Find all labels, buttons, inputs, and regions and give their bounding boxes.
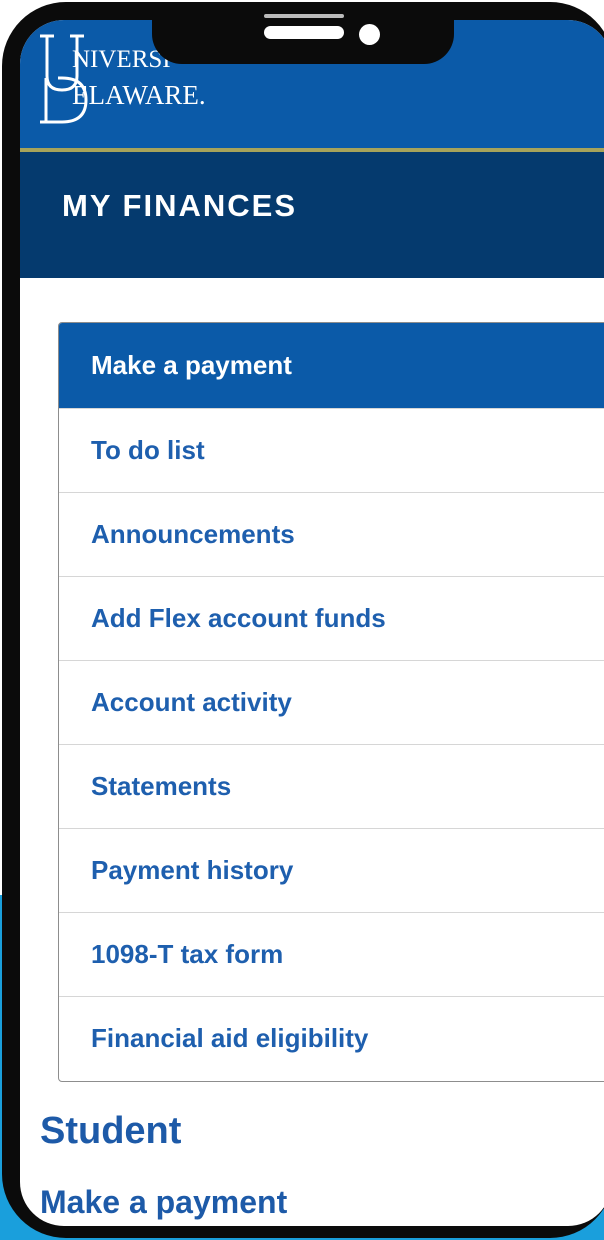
- menu-item-to-do-list[interactable]: To do list: [59, 408, 604, 492]
- menu-item-account-activity[interactable]: Account activity: [59, 660, 604, 744]
- stage: NIVERSI ELAWARE. MY FINANCES Make a paym…: [0, 0, 604, 1240]
- section-header: MY FINANCES: [20, 152, 604, 278]
- camera-icon: [359, 24, 380, 45]
- menu-item-announcements[interactable]: Announcements: [59, 492, 604, 576]
- menu-item-add-flex-account-funds[interactable]: Add Flex account funds: [59, 576, 604, 660]
- phone-screen: NIVERSI ELAWARE. MY FINANCES Make a paym…: [20, 20, 604, 1226]
- speaker-icon: [264, 26, 344, 39]
- menu-item-financial-aid-eligibility[interactable]: Financial aid eligibility: [59, 996, 604, 1081]
- phone-frame: NIVERSI ELAWARE. MY FINANCES Make a paym…: [2, 2, 604, 1238]
- page-title: MY FINANCES: [62, 188, 298, 223]
- speaker-grille-icon: [264, 14, 344, 18]
- menu-item-make-a-payment[interactable]: Make a payment: [59, 323, 604, 408]
- student-heading: Student: [40, 1110, 182, 1152]
- menu-item-statements[interactable]: Statements: [59, 744, 604, 828]
- menu-item-payment-history[interactable]: Payment history: [59, 828, 604, 912]
- phone-notch: [152, 2, 454, 64]
- make-a-payment-link[interactable]: Make a payment: [40, 1184, 287, 1221]
- finances-menu: Make a payment To do list Announcements …: [58, 322, 604, 1082]
- logo-text-line2: ELAWARE.: [72, 80, 206, 110]
- menu-item-1098t-tax-form[interactable]: 1098-T tax form: [59, 912, 604, 996]
